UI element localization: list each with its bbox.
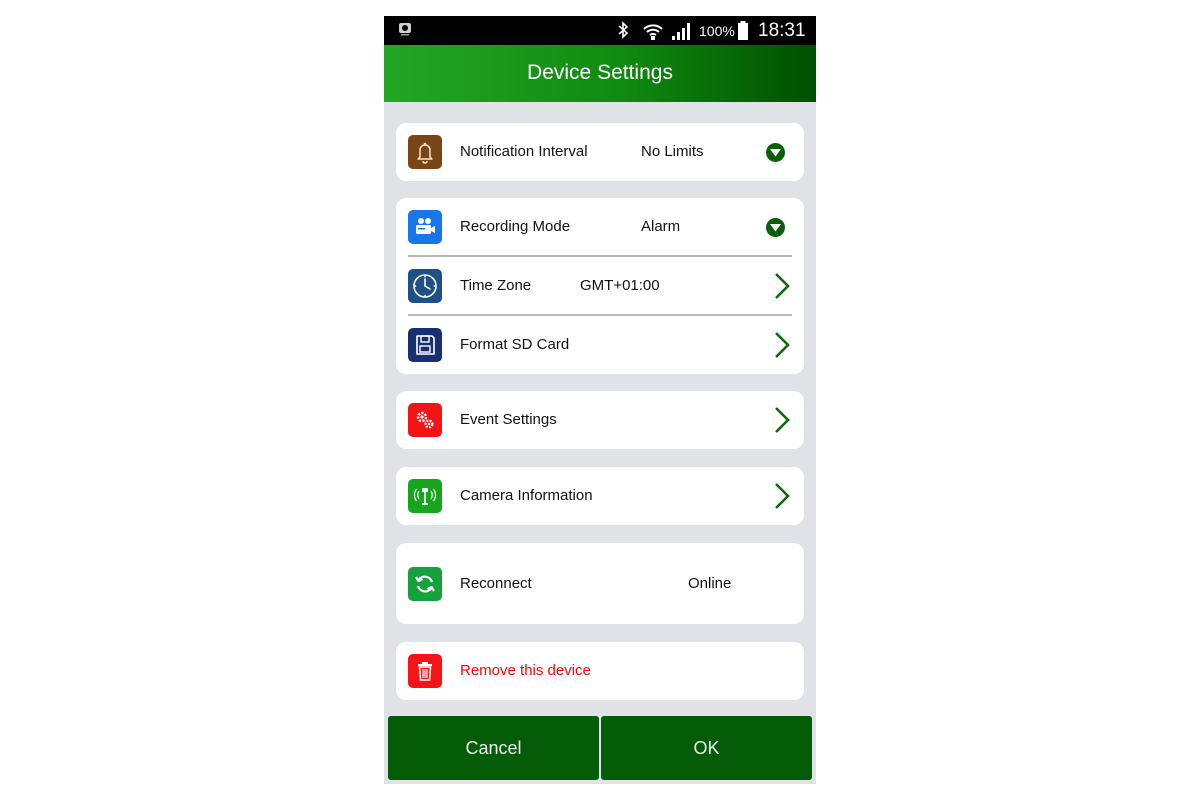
recording-mode-value: Alarm	[641, 218, 681, 235]
notification-interval-row[interactable]: Notification Interval No Limits	[396, 123, 804, 181]
time-zone-label: Time Zone	[460, 277, 532, 294]
notification-interval-label: Notification Interval	[460, 143, 588, 160]
ok-button[interactable]: OK	[601, 716, 812, 780]
connection-status: Online	[688, 575, 732, 592]
status-clock: 18:31	[758, 20, 806, 41]
recording-card: Recording Mode Alarm Time Zone GMT+01:00…	[396, 198, 804, 374]
remove-device-row[interactable]: Remove this device	[396, 642, 804, 700]
battery-icon	[737, 21, 749, 46]
notification-card: Notification Interval No Limits	[396, 123, 804, 181]
camera-antenna-icon	[408, 479, 442, 513]
status-bar: 100% 18:31	[384, 16, 816, 45]
remove-device-label: Remove this device	[460, 662, 591, 679]
recording-mode-row[interactable]: Recording Mode Alarm	[396, 198, 804, 256]
format-sd-card-label: Format SD Card	[460, 336, 570, 353]
battery-percentage: 100%	[699, 23, 735, 39]
video-camera-icon	[408, 210, 442, 244]
time-zone-row[interactable]: Time Zone GMT+01:00	[396, 257, 804, 315]
chevron-right-icon	[774, 406, 790, 439]
dropdown-arrow-icon[interactable]	[766, 143, 785, 162]
signal-icon	[671, 21, 693, 46]
reconnect-card: Reconnect Online	[396, 543, 804, 624]
clock-icon	[408, 269, 442, 303]
chevron-right-icon	[774, 482, 790, 515]
wifi-icon	[642, 21, 664, 46]
app-notification-icon	[398, 22, 412, 36]
camera-information-label: Camera Information	[460, 487, 593, 504]
recording-mode-label: Recording Mode	[460, 218, 571, 235]
page-title: Device Settings	[527, 61, 673, 84]
bluetooth-icon	[617, 21, 629, 44]
chevron-right-icon	[774, 331, 790, 364]
chevron-right-icon	[774, 272, 790, 305]
cancel-button[interactable]: Cancel	[388, 716, 599, 780]
event-settings-row[interactable]: Event Settings	[396, 391, 804, 449]
format-sd-card-row[interactable]: Format SD Card	[396, 316, 804, 374]
camera-information-card: Camera Information	[396, 467, 804, 525]
reconnect-row[interactable]: Reconnect Online	[396, 555, 804, 613]
trash-icon	[408, 654, 442, 688]
sd-card-icon	[408, 328, 442, 362]
phone-screen: 100% 18:31 Device Settings Notification …	[384, 16, 816, 784]
gears-icon	[408, 403, 442, 437]
dropdown-arrow-icon[interactable]	[766, 218, 785, 237]
bell-icon	[408, 135, 442, 169]
refresh-icon	[408, 567, 442, 601]
notification-interval-value: No Limits	[641, 143, 704, 160]
event-settings-card: Event Settings	[396, 391, 804, 449]
reconnect-label: Reconnect	[460, 575, 532, 592]
camera-information-row[interactable]: Camera Information	[396, 467, 804, 525]
header-bar: Device Settings	[384, 45, 816, 102]
event-settings-label: Event Settings	[460, 411, 557, 428]
time-zone-value: GMT+01:00	[580, 277, 660, 294]
remove-device-card: Remove this device	[396, 642, 804, 700]
